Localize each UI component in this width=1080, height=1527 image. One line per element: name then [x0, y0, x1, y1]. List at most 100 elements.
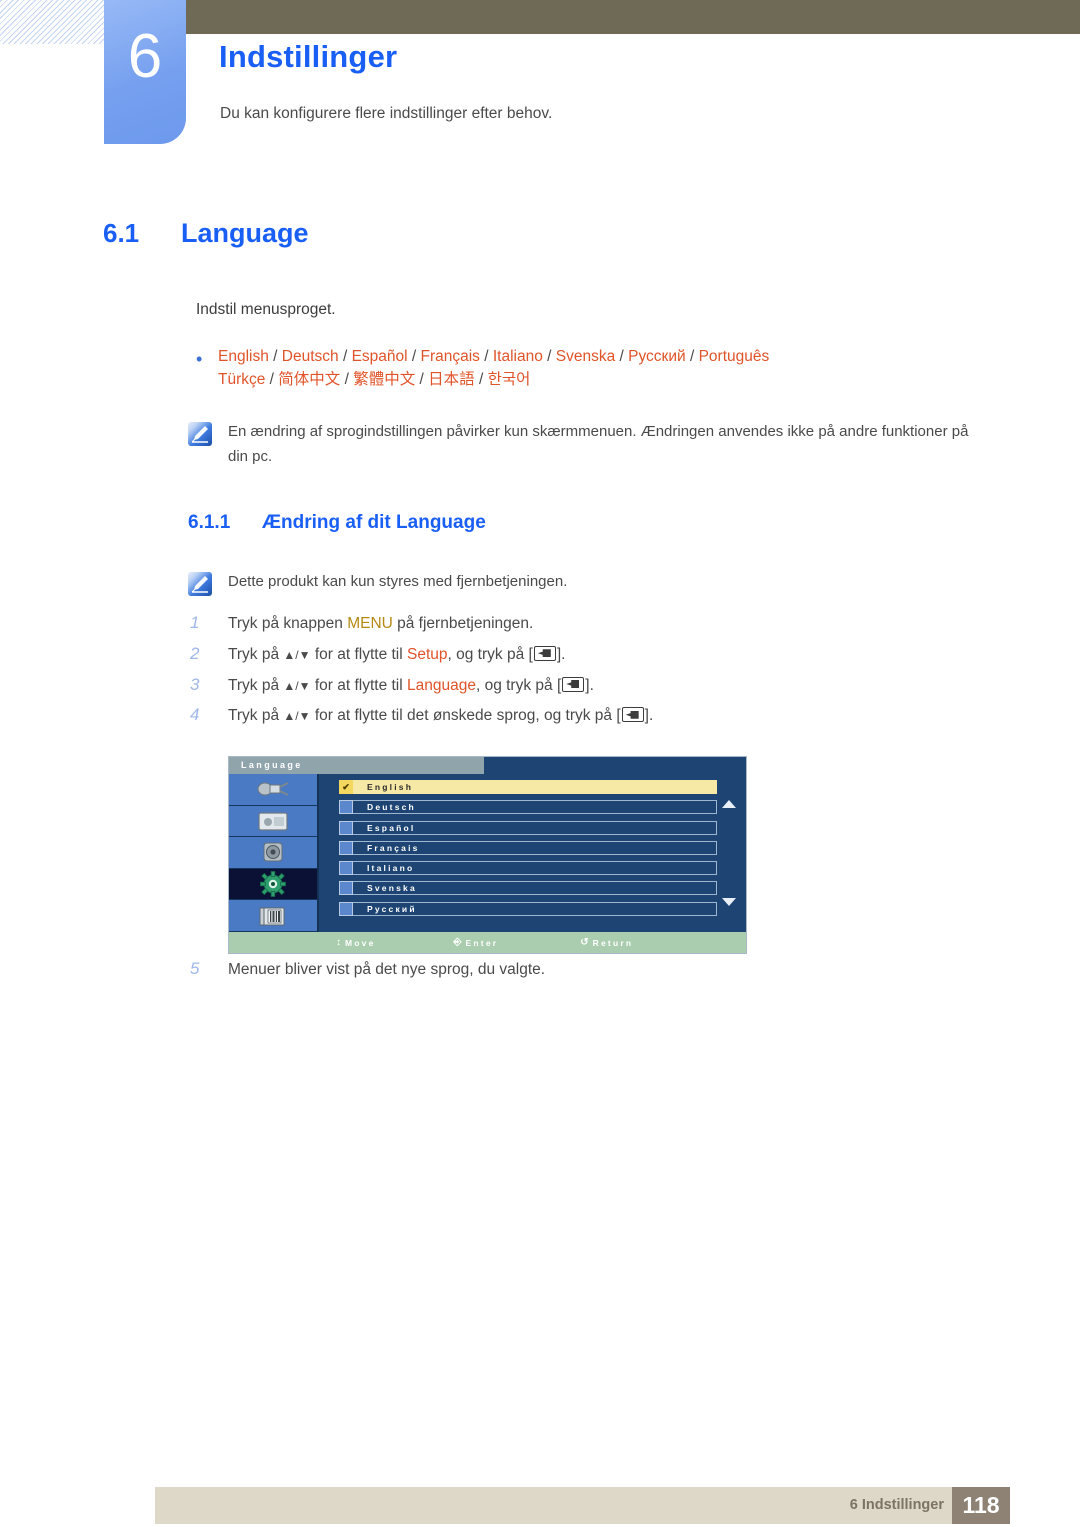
subsection-heading: 6.1.1 Ændring af dit Language — [188, 512, 486, 534]
osd-language-option[interactable]: Français — [339, 840, 717, 855]
language-separator: / — [685, 348, 699, 365]
step-text-fragment: ]. — [644, 707, 654, 725]
step-text-fragment: for at flytte til — [310, 676, 407, 694]
step-text-fragment: , og tryk på [ — [475, 676, 562, 694]
osd-scroll-down-arrow-icon[interactable] — [722, 898, 736, 906]
note-text: En ændring af sprogindstillingen påvirke… — [228, 423, 969, 465]
up-down-arrow-icon: ▲/▼ — [283, 647, 311, 662]
step-text-fragment: ]. — [585, 676, 594, 694]
enter-key-icon — [533, 645, 556, 661]
language-separator: / — [268, 348, 282, 365]
up-down-arrow-icon: ↕ — [336, 937, 341, 948]
section-title: Language — [181, 218, 309, 248]
osd-title: Language — [229, 757, 484, 774]
supported-languages-bullet: • English / Deutsch / Español / Français… — [196, 345, 1016, 392]
language-separator: / — [340, 371, 354, 389]
step-text: Menuer bliver vist på det nye sprog, du … — [228, 961, 546, 978]
osd-language-option-label: Svenska — [353, 881, 717, 896]
language-separator: / — [615, 348, 629, 365]
note-text: Dette produkt kan kun styres med fjernbe… — [228, 573, 568, 590]
osd-language-option-label: English — [353, 780, 717, 794]
instruction-steps-list: 1 Tryk på knappen MENU på fjernbetjeninge… — [190, 612, 890, 735]
step-text-fragment: , og tryk på [ — [447, 645, 533, 663]
keyword-menu-path: Setup — [407, 645, 448, 663]
osd-language-option[interactable]: Svenska — [339, 881, 717, 896]
osd-language-option[interactable]: ✔ English — [339, 780, 717, 794]
osd-hint-return: ↺ Return — [580, 937, 633, 948]
keyword-menu-path: Language — [407, 676, 476, 694]
subsection-number: 6.1.1 — [188, 512, 231, 533]
language-name: 繁體中文 — [353, 371, 416, 389]
language-name: 日本語 — [428, 371, 475, 389]
osd-hint-move-label: Move — [345, 937, 376, 948]
language-name: Italiano — [492, 348, 543, 365]
osd-language-option[interactable]: Español — [339, 820, 717, 835]
osd-language-option[interactable]: Русский — [339, 901, 717, 916]
osd-language-option-label: Français — [353, 840, 717, 855]
osd-language-list: ✔ English Deutsch Español Français Italiano Sv… — [319, 774, 746, 932]
supported-languages-list: English / Deutsch / Español / Français /… — [218, 345, 769, 392]
step-text: Tryk på ▲/▼ for at flytte til det ønsked… — [228, 704, 653, 727]
osd-sidebar-item-multi-screen[interactable] — [229, 900, 317, 932]
bullet-dot-icon: • — [196, 349, 203, 369]
decorative-hatch-pattern — [0, 0, 104, 44]
osd-sidebar-item-picture[interactable] — [229, 805, 317, 838]
checkbox-empty-icon — [339, 881, 353, 896]
osd-sidebar-item-setup[interactable] — [229, 868, 317, 901]
language-separator: / — [415, 371, 429, 389]
chapter-subtitle: Du kan konfigurere flere indstillinger e… — [220, 105, 553, 122]
osd-language-option-label: Русский — [353, 901, 717, 916]
language-separator: / — [265, 371, 279, 389]
osd-scroll-up-arrow-icon[interactable] — [722, 800, 736, 808]
language-name: Español — [351, 348, 408, 365]
step-number: 3 — [190, 674, 200, 694]
step-text-fragment: Tryk på knappen — [228, 615, 348, 632]
checkbox-empty-icon — [339, 800, 353, 815]
chapter-number-block: 6 — [104, 0, 186, 144]
page-footer: 6 Indstillinger 118 — [155, 1487, 1010, 1524]
instruction-step: 3 Tryk på ▲/▼ for at flytte til Language,… — [190, 674, 890, 697]
keyword-menu: MENU — [347, 615, 393, 632]
step-text-fragment: for at flytte til — [310, 645, 407, 663]
header-olive-bar — [186, 0, 1080, 34]
osd-sidebar-item-input[interactable] — [229, 774, 317, 806]
step-text-fragment: Tryk på — [228, 676, 284, 694]
osd-language-menu-screenshot: Language ✔ English Deutsch Español Franç… — [228, 756, 747, 954]
osd-language-option-label: Deutsch — [353, 800, 717, 815]
language-name: Português — [698, 348, 770, 365]
page-footer-label: 6 Indstillinger — [849, 1497, 944, 1513]
step-text-fragment: på fjernbetjeningen. — [392, 615, 534, 632]
chapter-title: Indstillinger — [219, 39, 398, 74]
speaker-icon — [263, 842, 283, 862]
step-text-fragment: Tryk på — [228, 645, 284, 663]
osd-sidebar-item-sound[interactable] — [229, 837, 317, 869]
instruction-step: 2 Tryk på ▲/▼ for at flytte til Setup, og… — [190, 643, 890, 666]
language-name: 한국어 — [487, 371, 531, 389]
language-name: Français — [420, 348, 480, 365]
note-remote-only: Dette produkt kan kun styres med fjernbe… — [188, 570, 888, 596]
language-separator: / — [338, 348, 352, 365]
language-separator: / — [474, 371, 488, 389]
enter-key-icon — [562, 676, 585, 692]
enter-key-icon — [621, 707, 644, 723]
osd-language-option[interactable]: Italiano — [339, 861, 717, 876]
setup-gear-icon — [260, 871, 286, 897]
page-number: 118 — [952, 1487, 1010, 1524]
step-number: 1 — [190, 613, 200, 632]
input-plug-icon — [257, 782, 289, 797]
step-text-fragment: for at flytte til det ønskede sprog, og … — [310, 707, 621, 725]
checkbox-empty-icon — [339, 861, 353, 876]
final-step: 5 Menuer bliver vist på det nye sprog, d… — [190, 958, 890, 989]
section-heading: 6.1 Language — [103, 218, 309, 249]
language-name: Türkçe — [218, 371, 266, 389]
return-arrow-icon: ↺ — [580, 937, 589, 948]
step-number: 2 — [190, 643, 200, 663]
subsection-title: Ændring af dit Language — [262, 512, 486, 533]
step-number: 4 — [190, 705, 200, 725]
language-separator: / — [542, 348, 556, 365]
section-intro-text: Indstil menusproget. — [196, 301, 336, 318]
language-separator: / — [479, 348, 493, 365]
osd-language-option[interactable]: Deutsch — [339, 800, 717, 815]
language-separator: / — [407, 348, 421, 365]
step-text: Tryk på knappen MENU på fjernbetjeningen… — [228, 612, 533, 635]
